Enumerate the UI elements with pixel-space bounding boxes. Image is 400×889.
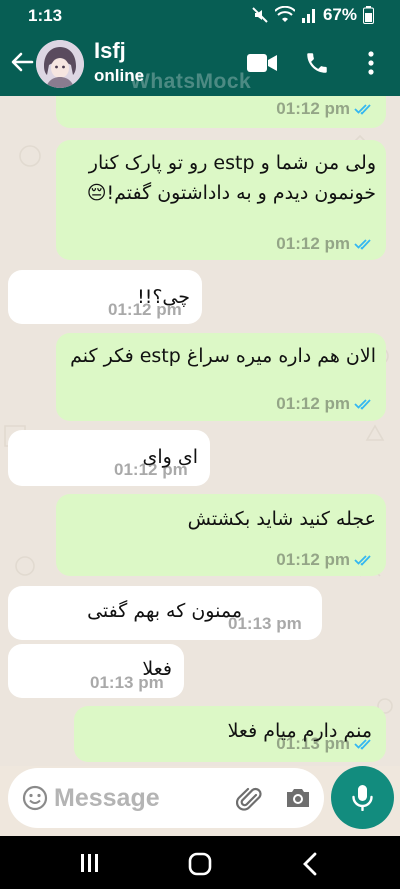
- chat-header: Isfj online WhatsMock: [0, 32, 400, 96]
- recent-apps-icon[interactable]: [78, 852, 100, 874]
- video-call-icon[interactable]: [246, 52, 278, 74]
- message-bubble-outgoing[interactable]: ولی من شما و estp رو تو پارک کنار خونمون…: [56, 140, 386, 260]
- camera-icon[interactable]: [284, 785, 312, 811]
- watermark: WhatsMock: [130, 70, 252, 93]
- message-bubble-outgoing[interactable]: عجله کنید شاید بکشتش 01:12 pm: [56, 494, 386, 576]
- message-input[interactable]: [54, 778, 224, 818]
- battery-percent: 67%: [322, 5, 357, 24]
- home-icon[interactable]: [188, 852, 212, 876]
- message-meta: 01:12 pm: [114, 460, 188, 480]
- message-time: 01:13 pm: [228, 614, 302, 633]
- mic-button[interactable]: [331, 766, 394, 829]
- mic-icon: [352, 785, 373, 811]
- message-text: الان هم داره میره سراغ estp فکر کنم: [70, 345, 376, 367]
- message-bubble-incoming[interactable]: ممنون که بهم گفتی 01:13 pm: [8, 586, 322, 640]
- message-bubble-incoming[interactable]: ای وای 01:12 pm: [8, 430, 210, 486]
- message-time: 01:12 pm: [276, 550, 350, 569]
- phone-call-icon[interactable]: [304, 50, 330, 76]
- battery-icon: [363, 6, 374, 24]
- message-meta: 01:12 pm: [276, 394, 374, 414]
- contact-name[interactable]: Isfj: [94, 38, 126, 64]
- back-arrow-icon[interactable]: [8, 48, 36, 76]
- message-time: 01:12 pm: [114, 460, 188, 479]
- message-meta: 01:12 pm: [276, 234, 374, 254]
- status-bar: 1:13 67%: [0, 0, 400, 32]
- message-composer: [8, 768, 324, 828]
- signal-icon: [301, 9, 315, 23]
- message-meta: 01:13 pm: [90, 673, 164, 693]
- read-receipt-icon: [354, 555, 371, 566]
- read-receipt-icon: [354, 399, 371, 410]
- attach-icon[interactable]: [236, 785, 264, 813]
- message-text: ولی من شما و estp رو تو پارک کنار خونمون…: [86, 152, 376, 204]
- message-time: 01:12 pm: [276, 234, 350, 253]
- message-text: عجله کنید شاید بکشتش: [187, 508, 376, 530]
- mute-icon: [252, 7, 268, 23]
- message-bubble-incoming[interactable]: چی؟!! 01:12 pm: [8, 270, 202, 324]
- message-time: 01:12 pm: [276, 99, 350, 118]
- message-meta: 01:13 pm: [228, 614, 302, 634]
- read-receipt-icon: [354, 739, 371, 750]
- message-bubble-outgoing[interactable]: الان هم داره میره سراغ estp فکر کنم 01:1…: [56, 333, 386, 421]
- message-meta: 01:12 pm: [276, 550, 374, 570]
- message-time: 01:13 pm: [90, 673, 164, 692]
- status-time: 1:13: [28, 6, 63, 25]
- message-meta: 01:13 pm: [276, 734, 374, 754]
- read-receipt-icon: [354, 239, 371, 250]
- read-receipt-icon: [354, 104, 371, 115]
- back-nav-icon[interactable]: [302, 852, 318, 876]
- message-time: 01:13 pm: [276, 734, 350, 753]
- message-time: 01:12 pm: [108, 300, 182, 319]
- wifi-icon: [274, 6, 295, 22]
- avatar[interactable]: [36, 40, 84, 88]
- message-bubble-outgoing[interactable]: منم دارم میام فعلا 01:13 pm: [74, 706, 386, 762]
- message-bubble-incoming[interactable]: فعلا 01:13 pm: [8, 644, 184, 698]
- message-text: ممنون که بهم گفتی: [87, 600, 242, 622]
- more-options-icon[interactable]: [366, 50, 376, 76]
- emoji-icon[interactable]: [22, 785, 48, 811]
- message-meta: 01:12 pm: [276, 99, 374, 119]
- chat-area[interactable]: 01:12 pm ولی من شما و estp رو تو پارک کن…: [0, 96, 400, 766]
- message-bubble-outgoing[interactable]: 01:12 pm: [56, 96, 386, 128]
- system-nav-bar: [0, 836, 400, 889]
- status-icons: 67%: [251, 5, 374, 25]
- message-meta: 01:12 pm: [108, 300, 182, 320]
- message-time: 01:12 pm: [276, 394, 350, 413]
